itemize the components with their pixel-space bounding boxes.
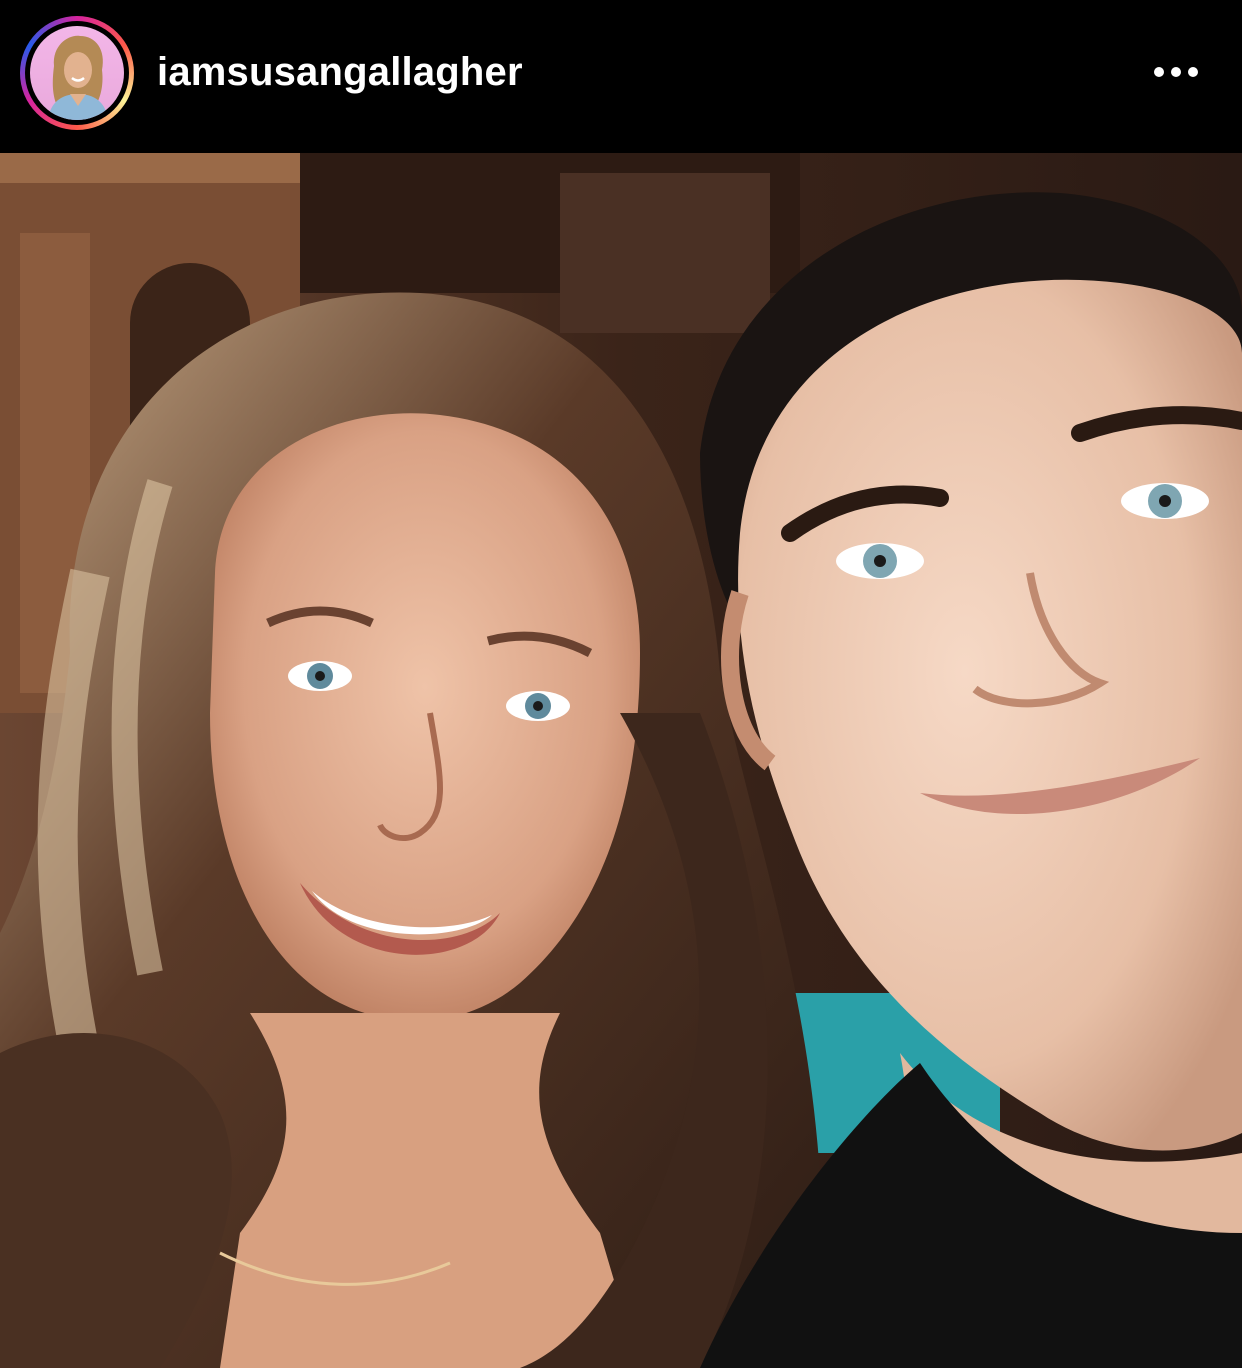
story-ring[interactable]	[20, 16, 134, 130]
more-options-icon	[1154, 67, 1198, 77]
more-options-button[interactable]	[1148, 52, 1204, 92]
username[interactable]: iamsusangallagher	[157, 50, 523, 95]
post-photo[interactable]	[0, 153, 1242, 1368]
post-header: iamsusangallagher	[0, 0, 1242, 152]
instagram-post: iamsusangallagher	[0, 0, 1242, 1368]
selfie-photo	[0, 153, 1242, 1368]
avatar-image	[30, 26, 124, 120]
avatar[interactable]	[30, 26, 124, 120]
